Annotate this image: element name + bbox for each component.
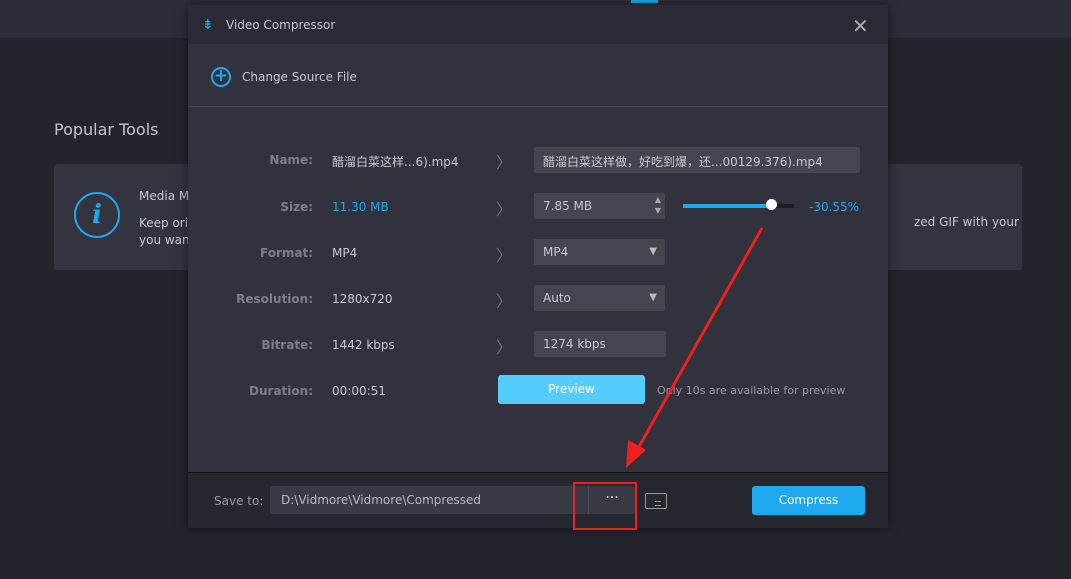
- source-format: MP4: [332, 246, 358, 260]
- name-label: Name:: [269, 153, 313, 167]
- close-icon[interactable]: ✕: [852, 14, 869, 38]
- bitrate-label: Bitrate:: [261, 338, 313, 352]
- active-tab-indicator: [631, 0, 658, 3]
- chevron-right-icon: 〉: [496, 292, 513, 311]
- source-resolution: 1280x720: [332, 292, 393, 306]
- dialog-title: Video Compressor: [226, 18, 336, 32]
- output-name-field[interactable]: 醋溜白菜这样做，好吃到爆，还...00129.376).mp4: [534, 147, 860, 173]
- resolution-label: Resolution:: [236, 292, 313, 306]
- preview-note: Only 10s are available for preview: [657, 384, 846, 397]
- chevron-right-icon: 〉: [496, 153, 513, 172]
- output-size-stepper[interactable]: 7.85 MB ▲ ▼: [534, 193, 665, 219]
- stepper-arrows-icon[interactable]: ▲ ▼: [655, 194, 661, 216]
- chevron-right-icon: 〉: [496, 338, 513, 357]
- popular-tools-heading: Popular Tools: [54, 120, 159, 139]
- slider-fill: [683, 204, 771, 208]
- source-name: 醋溜白菜这样...6).mp4: [332, 155, 459, 169]
- video-compressor-dialog: ⇟ Video Compressor ✕ + Change Source Fil…: [188, 5, 888, 530]
- size-label: Size:: [280, 200, 313, 214]
- chevron-right-icon: 〉: [496, 200, 513, 219]
- slider-handle[interactable]: [765, 199, 777, 210]
- preview-button[interactable]: Preview: [498, 375, 645, 404]
- open-folder-icon[interactable]: [645, 493, 667, 509]
- output-bitrate-field[interactable]: 1274 kbps: [534, 331, 666, 357]
- plus-circle-icon: +: [211, 67, 231, 87]
- source-bitrate: 1442 kbps: [332, 338, 395, 352]
- dialog-titlebar: ⇟ Video Compressor ✕: [188, 5, 888, 44]
- resolution-select[interactable]: Auto: [534, 285, 665, 311]
- divider: [188, 106, 888, 107]
- annotation-highlight-box: [573, 482, 637, 530]
- compress-icon: ⇟: [202, 17, 214, 33]
- duration-label: Duration:: [249, 384, 313, 398]
- format-label: Format:: [259, 246, 313, 260]
- change-source-label: Change Source File: [242, 70, 357, 84]
- source-duration: 00:00:51: [332, 384, 386, 398]
- card-desc-right: zed GIF with your: [914, 215, 1019, 229]
- compress-button[interactable]: Compress: [752, 486, 865, 515]
- size-percent: -30.55%: [809, 200, 860, 214]
- output-size-value: 7.85 MB: [543, 199, 593, 213]
- source-size: 11.30 MB: [332, 200, 389, 214]
- format-select[interactable]: MP4: [534, 239, 665, 265]
- info-icon: i: [74, 192, 120, 238]
- size-slider[interactable]: [683, 199, 794, 210]
- card-title: Media M: [139, 189, 190, 203]
- dialog-footer: Save to: D:\Vidmore\Vidmore\Compressed ·…: [188, 472, 888, 530]
- chevron-right-icon: 〉: [496, 246, 513, 265]
- save-to-label: Save to:: [214, 494, 264, 508]
- change-source-button[interactable]: + Change Source File: [211, 67, 357, 87]
